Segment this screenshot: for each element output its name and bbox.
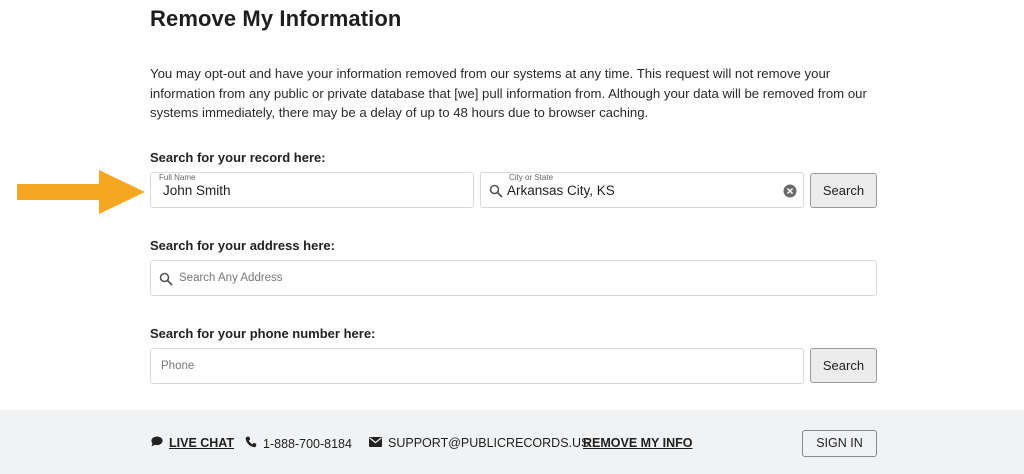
phone-placeholder: Phone [161, 360, 195, 372]
intro-text: You may opt-out and have your informatio… [150, 66, 867, 120]
city-state-value: Arkansas City, KS [507, 183, 615, 198]
email-link[interactable]: SUPPORT@PUBLICRECORDS.US [369, 436, 589, 450]
live-chat-label: LIVE CHAT [169, 436, 235, 450]
phone-icon [245, 436, 257, 451]
remove-my-info-label: REMOVE MY INFO [583, 436, 693, 450]
full-name-value: John Smith [163, 183, 231, 198]
search-icon [489, 184, 503, 203]
full-name-float-label: Full Name [159, 173, 196, 182]
remove-my-info-link[interactable]: REMOVE MY INFO [583, 436, 693, 450]
record-search-button[interactable]: Search [810, 173, 877, 208]
phone-search-button[interactable]: Search [810, 348, 877, 383]
full-name-field[interactable]: Full Name John Smith [150, 172, 474, 208]
address-search-label: Search for your address here: [150, 238, 335, 253]
phone-search-label: Search for your phone number here: [150, 326, 376, 341]
city-state-float-label: City or State [509, 173, 554, 182]
support-email: SUPPORT@PUBLICRECORDS.US [388, 436, 590, 450]
phone-field[interactable]: Phone [150, 348, 804, 384]
phone-number: 1-888-700-8184 [263, 436, 352, 451]
city-state-field[interactable]: City or State Arkansas City, KS [480, 172, 804, 208]
address-search-field[interactable]: Search Any Address [150, 260, 877, 296]
search-icon [159, 272, 173, 291]
clear-icon[interactable] [783, 184, 797, 203]
address-search-placeholder: Search Any Address [179, 272, 283, 284]
live-chat-link[interactable]: LIVE CHAT [151, 436, 234, 450]
chat-bubble-icon [151, 436, 163, 450]
envelope-icon [369, 436, 382, 450]
phone-link[interactable]: 1-888-700-8184 [245, 436, 352, 451]
record-search-label: Search for your record here: [150, 150, 326, 165]
pointer-arrow-icon [17, 170, 145, 219]
footer: LIVE CHAT 1-888-700-8184 SUPPORT@PUBLICR… [0, 410, 1024, 474]
sign-in-button[interactable]: SIGN IN [802, 430, 877, 457]
page-title: Remove My Information [150, 6, 402, 31]
